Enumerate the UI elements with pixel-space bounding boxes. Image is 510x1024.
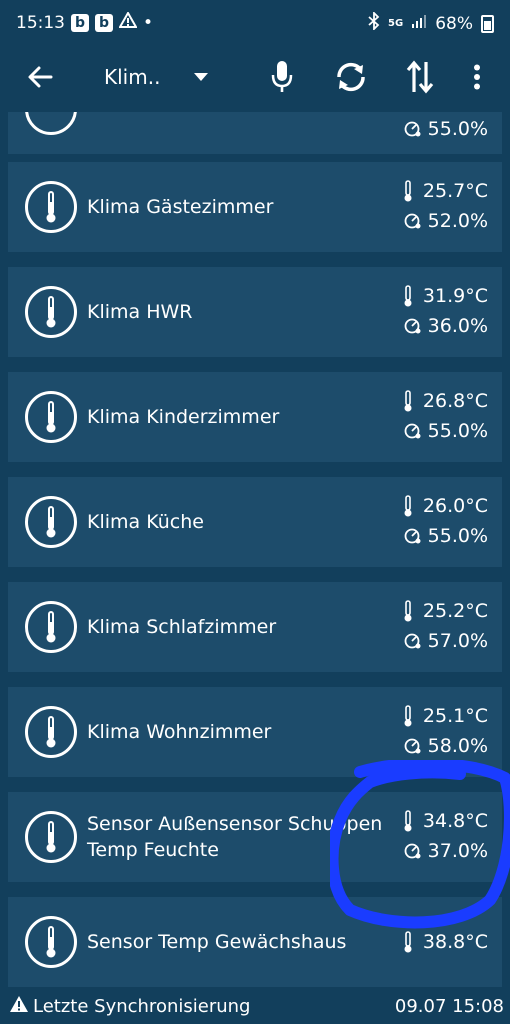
humidity-value: 55.0% [427, 525, 488, 547]
device-name: Klima Gästezimmer [87, 196, 274, 218]
device-name: Klima Schlafzimmer [87, 616, 277, 638]
thermometer-icon [25, 706, 77, 758]
device-list[interactable]: 55.0% Klima Gästezimmer 25.7°C 52.0% Kli… [0, 112, 510, 988]
more-vert-icon [474, 64, 480, 90]
temperature-value: 31.9°C [422, 285, 488, 307]
notification-b-icon: b [71, 13, 89, 32]
humidity-icon [404, 120, 422, 138]
humidity-value: 37.0% [427, 840, 488, 862]
humidity-icon [404, 737, 422, 755]
device-card[interactable]: Klima Küche 26.0°C 55.0% [8, 477, 502, 567]
thermometer-icon [25, 601, 77, 653]
device-card[interactable]: Klima Schlafzimmer 25.2°C 57.0% [8, 582, 502, 672]
temperature-value: 38.8°C [422, 931, 488, 953]
temperature-icon [399, 285, 417, 307]
device-name: Klima Küche [87, 511, 204, 533]
thermometer-icon [25, 496, 77, 548]
humidity-icon [404, 632, 422, 650]
device-name: Klima HWR [87, 301, 193, 323]
thermometer-icon [25, 916, 77, 968]
bluetooth-icon [368, 10, 380, 35]
sync-time: 09.07 15:08 [394, 995, 504, 1017]
humidity-value: 52.0% [427, 210, 488, 232]
device-card[interactable]: Sensor Temp Gewächshaus 38.8°C [8, 897, 502, 987]
sync-status-bar: Letzte Synchronisierung 09.07 15:08 [0, 988, 510, 1024]
humidity-value: 55.0% [427, 420, 488, 442]
device-card[interactable]: Klima Kinderzimmer 26.8°C 55.0% [8, 372, 502, 462]
humidity-value: 57.0% [427, 630, 488, 652]
temperature-value: 34.8°C [422, 810, 488, 832]
device-name: Klima Wohnzimmer [87, 721, 272, 743]
device-card[interactable]: Klima Gästezimmer 25.7°C 52.0% [8, 162, 502, 252]
thermometer-icon [25, 112, 77, 135]
humidity-icon [404, 842, 422, 860]
warning-icon [118, 10, 138, 33]
device-card-partial[interactable]: 55.0% [8, 112, 502, 154]
temperature-value: 26.8°C [422, 390, 488, 412]
temperature-icon [399, 390, 417, 412]
voice-button[interactable] [262, 54, 302, 100]
network-type: 5G [388, 18, 404, 29]
refresh-icon [337, 62, 365, 92]
device-name: Sensor Außensensor Schuppen Temp Feuchte [87, 813, 383, 861]
back-button[interactable] [20, 54, 60, 100]
sort-icon [406, 60, 434, 94]
signal-icon [411, 13, 427, 34]
status-time: 15:13 [16, 12, 65, 33]
thermometer-icon [25, 286, 77, 338]
sync-label: Letzte Synchronisierung [33, 995, 251, 1017]
toolbar-title: Klim.. [104, 65, 161, 89]
temperature-icon [399, 495, 417, 517]
device-card[interactable]: Klima HWR 31.9°C 36.0% [8, 267, 502, 357]
humidity-value: 55.0% [427, 118, 488, 140]
humidity-value: 58.0% [427, 735, 488, 757]
temperature-icon [399, 600, 417, 622]
temperature-value: 25.2°C [422, 600, 488, 622]
humidity-icon [404, 422, 422, 440]
battery-icon [481, 14, 494, 33]
device-card[interactable]: Sensor Außensensor Schuppen Temp Feuchte… [8, 792, 502, 882]
back-arrow-icon [28, 66, 53, 88]
device-name: Sensor Temp Gewächshaus [87, 931, 347, 953]
thermometer-icon [25, 811, 77, 863]
humidity-icon [404, 527, 422, 545]
temperature-value: 25.7°C [422, 180, 488, 202]
temperature-value: 26.0°C [422, 495, 488, 517]
temperature-icon [399, 810, 417, 832]
thermometer-icon [25, 181, 77, 233]
app-toolbar: Klim.. [0, 44, 510, 110]
temperature-icon [399, 180, 417, 202]
location-selector[interactable]: Klim.. [104, 54, 234, 100]
sort-button[interactable] [399, 54, 441, 100]
status-bar: 15:13 b b • 5G 68% [0, 0, 510, 44]
sync-button[interactable] [330, 54, 372, 100]
notification-dot: • [143, 12, 154, 33]
thermometer-icon [25, 391, 77, 443]
more-options-button[interactable] [462, 54, 492, 100]
temperature-icon [399, 705, 417, 727]
humidity-icon [404, 317, 422, 335]
chevron-down-icon [194, 73, 209, 81]
temperature-value: 25.1°C [422, 705, 488, 727]
humidity-value: 36.0% [427, 315, 488, 337]
warning-icon [9, 995, 29, 1018]
humidity-icon [404, 212, 422, 230]
temperature-icon [399, 931, 417, 953]
device-card[interactable]: Klima Wohnzimmer 25.1°C 58.0% [8, 687, 502, 777]
microphone-icon [271, 61, 293, 92]
notification-b-icon-2: b [95, 13, 113, 32]
device-name: Klima Kinderzimmer [87, 406, 280, 428]
battery-percent: 68% [435, 13, 473, 34]
